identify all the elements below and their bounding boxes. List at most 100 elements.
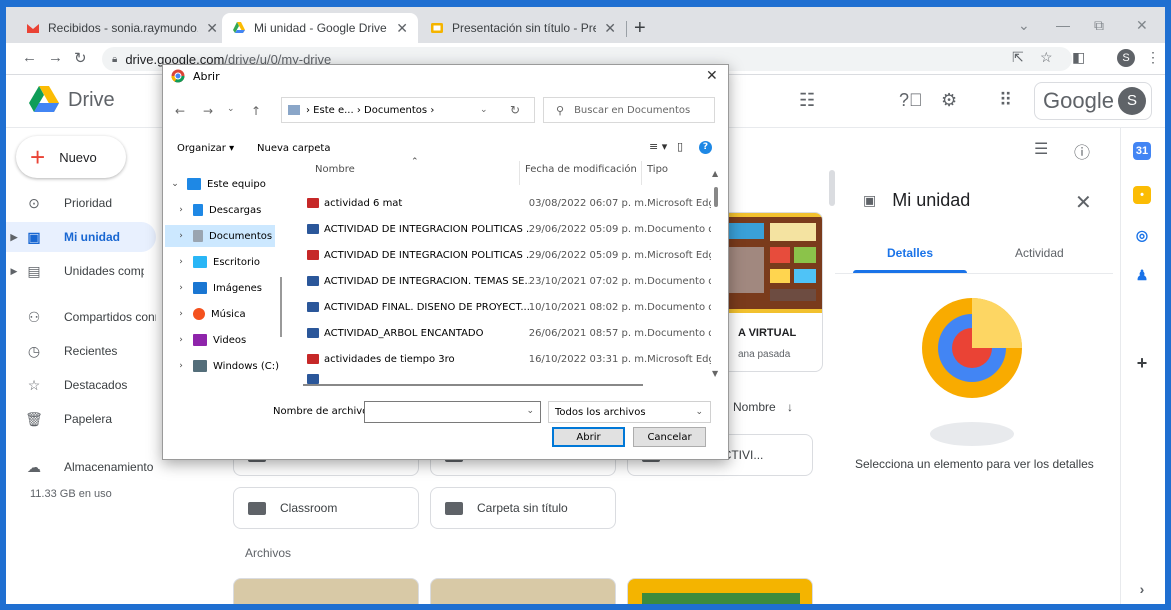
file-card[interactable]: [627, 578, 813, 610]
file-row[interactable]: ACTIVIDAD_ARBOL ENCANTADO 26/06/2021 08:…: [291, 322, 711, 344]
tab-gmail[interactable]: Recibidos - sonia.raymundo.arr@ ✕: [16, 13, 228, 43]
search-input[interactable]: ⚲ Buscar en Documentos: [543, 97, 715, 123]
tree-item-windows-c[interactable]: › Windows (C:): [175, 355, 281, 377]
recent-locations-icon[interactable]: ⌄: [227, 104, 235, 114]
column-separator[interactable]: [519, 161, 520, 185]
chevron-right-icon[interactable]: ›: [175, 335, 187, 345]
expand-caret-icon[interactable]: ▶: [6, 232, 22, 243]
sidebar-item-storage[interactable]: ☁︎ Almacenamiento: [6, 452, 156, 482]
tree-scrollbar[interactable]: [280, 277, 282, 337]
tab-slides[interactable]: Presentación sin título - Presenta ✕: [420, 13, 626, 43]
file-row[interactable]: ACTIVIDAD FINAL. DISEÑO DE PROYECT... 10…: [291, 296, 711, 318]
file-card[interactable]: [430, 578, 616, 610]
close-tab-icon[interactable]: ✕: [604, 20, 616, 37]
search-options-icon[interactable]: ☷: [799, 90, 815, 111]
drive-title[interactable]: Drive: [68, 89, 115, 112]
suggested-file-card[interactable]: A VIRTUAL ana pasada: [715, 212, 823, 372]
tree-item-this-pc[interactable]: ⌄ Este equipo: [169, 173, 281, 195]
side-panel-icon[interactable]: ◧: [1072, 49, 1085, 66]
sidebar-item-trash[interactable]: 🗑︎ Papelera: [6, 404, 156, 434]
browser-menu-icon[interactable]: ⋮: [1146, 49, 1160, 66]
scroll-down-icon[interactable]: ▼: [712, 369, 718, 378]
sidebar-item-my-drive[interactable]: ▶ ▣ Mi unidad: [6, 222, 156, 252]
list-view-icon[interactable]: ☰: [1034, 139, 1048, 159]
column-separator[interactable]: [641, 161, 642, 185]
chevron-right-icon[interactable]: ›: [1133, 580, 1151, 598]
tab-search-icon[interactable]: ⌄: [1018, 17, 1030, 34]
minimize-icon[interactable]: —: [1056, 17, 1070, 33]
help-icon[interactable]: ?: [699, 141, 712, 154]
sort-control[interactable]: Nombre ↓: [733, 400, 793, 414]
bookmark-star-icon[interactable]: ☆: [1040, 49, 1053, 66]
contacts-icon[interactable]: ♟: [1133, 266, 1151, 284]
column-header-type[interactable]: Tipo: [647, 164, 668, 175]
file-row-partial[interactable]: [291, 374, 711, 384]
scrollbar-thumb[interactable]: [714, 187, 718, 207]
file-row[interactable]: actividad 6 mat 03/08/2022 06:07 p. m. M…: [291, 192, 711, 214]
tab-drive[interactable]: Mi unidad - Google Drive ✕: [222, 13, 418, 43]
scroll-up-icon[interactable]: ▲: [712, 169, 718, 178]
apps-grid-icon[interactable]: ⠿: [999, 90, 1012, 111]
address-path-bar[interactable]: › Este e... › Documentos › ⌄ ↻: [281, 97, 535, 123]
chevron-down-icon[interactable]: ⌄: [480, 105, 488, 115]
reload-icon[interactable]: ↻: [74, 49, 87, 67]
tree-item-downloads[interactable]: › Descargas: [175, 199, 281, 221]
close-tab-icon[interactable]: ✕: [206, 20, 218, 37]
back-icon[interactable]: ←: [22, 49, 37, 66]
close-tab-icon[interactable]: ✕: [396, 20, 408, 37]
restore-icon[interactable]: ⧉: [1094, 17, 1104, 34]
drive-logo-icon[interactable]: [28, 85, 60, 113]
folder-card[interactable]: Carpeta sin título: [430, 487, 616, 529]
column-header-name[interactable]: Nombre: [315, 164, 355, 175]
horizontal-scrollbar[interactable]: [303, 384, 643, 386]
share-icon[interactable]: ⇱: [1012, 49, 1024, 66]
info-icon[interactable]: ⓘ: [1074, 139, 1090, 163]
new-folder-button[interactable]: Nueva carpeta: [257, 143, 330, 154]
refresh-icon[interactable]: ↻: [510, 103, 520, 117]
new-button[interactable]: + Nuevo: [16, 136, 126, 178]
forward-icon[interactable]: →: [203, 104, 213, 118]
chevron-right-icon[interactable]: ›: [175, 231, 187, 241]
file-row[interactable]: ACTIVIDAD DE INTEGRACION POLITICAS ... 2…: [291, 244, 711, 266]
add-addon-icon[interactable]: +: [1133, 354, 1151, 372]
sidebar-item-recent[interactable]: ◷ Recientes: [6, 336, 156, 366]
chevron-right-icon[interactable]: ›: [175, 309, 187, 319]
file-list-scrollbar[interactable]: ▲ ▼: [711, 169, 721, 381]
close-icon[interactable]: ✕: [1075, 190, 1092, 215]
chevron-down-icon[interactable]: ⌄: [169, 179, 181, 189]
help-icon[interactable]: ?⃝: [899, 90, 923, 111]
chevron-down-icon[interactable]: ⌄: [526, 406, 534, 416]
calendar-icon[interactable]: 31: [1133, 142, 1151, 160]
organize-menu[interactable]: Organizar ▾: [177, 143, 234, 154]
tree-item-documents[interactable]: › Documentos: [165, 225, 275, 247]
tree-item-videos[interactable]: › Videos: [175, 329, 281, 351]
sidebar-item-starred[interactable]: ☆ Destacados: [6, 370, 156, 400]
chevron-right-icon[interactable]: ›: [175, 361, 187, 371]
keep-icon[interactable]: •: [1133, 186, 1151, 204]
cancel-button[interactable]: Cancelar: [633, 427, 706, 447]
file-row[interactable]: actividades de tiempo 3ro 16/10/2022 03:…: [291, 348, 711, 370]
column-header-modified[interactable]: Fecha de modificación: [525, 164, 637, 175]
folder-card[interactable]: Classroom: [233, 487, 419, 529]
tasks-icon[interactable]: ◎: [1133, 226, 1151, 244]
filetype-select[interactable]: Todos los archivos ⌄: [548, 401, 711, 423]
back-icon[interactable]: ←: [175, 104, 185, 118]
tree-item-music[interactable]: › Música: [175, 303, 281, 325]
preview-pane-icon[interactable]: ▯: [677, 140, 683, 153]
open-button[interactable]: Abrir: [552, 427, 625, 447]
close-icon[interactable]: ✕: [706, 68, 718, 84]
view-options-icon[interactable]: ≡ ▾: [649, 140, 667, 153]
forward-icon[interactable]: →: [48, 49, 63, 66]
tab-details[interactable]: Detalles: [887, 246, 933, 260]
file-row[interactable]: ACTIVIDAD DE INTEGRACIÓN. TEMAS SE... 23…: [291, 270, 711, 292]
profile-avatar[interactable]: S: [1117, 49, 1135, 67]
settings-gear-icon[interactable]: ⚙: [941, 90, 957, 111]
up-folder-icon[interactable]: ↑: [251, 104, 261, 118]
file-card[interactable]: [233, 578, 419, 610]
tree-item-pictures[interactable]: › Imágenes: [175, 277, 281, 299]
filename-input[interactable]: ⌄: [364, 401, 541, 423]
chevron-right-icon[interactable]: ›: [175, 283, 187, 293]
sidebar-item-shared-with-me[interactable]: ⚇ Compartidos conmigo: [6, 302, 156, 332]
expand-caret-icon[interactable]: ▶: [6, 266, 22, 277]
file-row[interactable]: ACTIVIDAD DE INTEGRACION POLITICAS ... 2…: [291, 218, 711, 240]
